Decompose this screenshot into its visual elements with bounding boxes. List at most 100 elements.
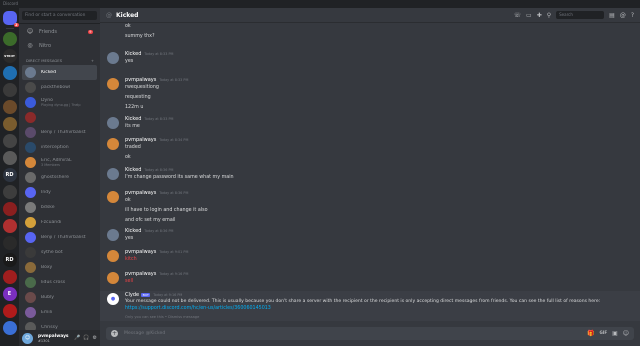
clyde-text: Your message could not be delivered. Thi…: [125, 299, 601, 304]
dm-search-input[interactable]: Find or start a conversation: [22, 11, 97, 20]
chat-header: @ Kicked ☏ ▭ ✚ ⚲ Search ▤ @ ?: [100, 8, 640, 23]
dm-item[interactable]: Boxy: [22, 260, 97, 275]
count-badge: 9: [87, 29, 93, 34]
avatar[interactable]: [107, 52, 119, 64]
dm-item[interactable]: Fzcuandi: [22, 215, 97, 230]
dm-item[interactable]: ghostsshere: [22, 170, 97, 185]
pin-icon[interactable]: ✚: [537, 12, 542, 19]
server-icon[interactable]: [2, 185, 17, 199]
avatar[interactable]: ☺: [22, 332, 33, 344]
dm-item[interactable]: [22, 110, 97, 125]
dm-item[interactable]: Benji / Th3hvrbalist: [22, 230, 97, 245]
dm-item[interactable]: Emili: [22, 305, 97, 320]
message-author[interactable]: pvmpalways: [125, 271, 156, 277]
server-icon[interactable]: [2, 304, 17, 318]
support-link[interactable]: https://support.discord.com/hc/en-us/art…: [125, 306, 271, 311]
dm-item[interactable]: Indy: [22, 185, 97, 200]
dm-section-header: Direct Messages +: [19, 52, 100, 65]
create-dm-icon[interactable]: +: [91, 58, 94, 63]
dm-name: Benji / Th3hvrbalist: [41, 235, 86, 240]
inbox-icon[interactable]: ▤: [609, 12, 615, 19]
video-icon[interactable]: ▭: [526, 12, 532, 19]
server-icon[interactable]: [2, 219, 17, 233]
dm-name: Fzcuandi: [41, 220, 62, 225]
avatar[interactable]: [107, 117, 119, 129]
message-input[interactable]: Message @Kicked: [124, 331, 165, 336]
server-icon[interactable]: [2, 321, 17, 335]
server-icon[interactable]: [2, 202, 17, 216]
message-author[interactable]: Kicked: [125, 228, 141, 234]
dm-item[interactable]: interception: [22, 140, 97, 155]
message-author[interactable]: pvmpalways: [125, 137, 156, 143]
sticker-icon[interactable]: ▣: [612, 330, 618, 337]
dm-item[interactable]: bdske: [22, 200, 97, 215]
server-icon[interactable]: [2, 134, 17, 148]
mute-icon[interactable]: 🎤: [74, 335, 80, 341]
call-icon[interactable]: ☏: [514, 12, 522, 19]
server-icon[interactable]: E: [2, 287, 17, 301]
dm-name: sythe bot: [41, 250, 63, 255]
dm-item[interactable]: lidus cross: [22, 275, 97, 290]
settings-icon[interactable]: ⚙: [93, 335, 97, 341]
avatar[interactable]: [107, 168, 119, 180]
dm-item[interactable]: Eric, AdmiraL 3 Members: [22, 155, 97, 170]
server-icon[interactable]: [2, 236, 17, 250]
dm-item[interactable]: packthebowl: [22, 80, 97, 95]
avatar[interactable]: [107, 272, 119, 284]
message-author[interactable]: Kicked: [125, 116, 141, 122]
message-time: Today at 9:16 PM: [159, 272, 189, 276]
nav-label: Nitro: [39, 42, 52, 49]
message-time: Today at 8:33 PM: [144, 117, 174, 121]
avatar: [25, 232, 36, 243]
server-icon[interactable]: [2, 117, 17, 131]
server-icon[interactable]: [2, 100, 17, 114]
nav-friends[interactable]: ☺ Friends 9: [22, 25, 97, 38]
avatar: [25, 172, 36, 183]
headset-icon[interactable]: 🎧: [83, 335, 89, 341]
message-text: ok: [125, 24, 131, 29]
server-icon[interactable]: [2, 66, 17, 80]
ephemeral-note[interactable]: Only you can see this • Dismiss message: [125, 315, 199, 319]
dm-item[interactable]: Bubly: [22, 290, 97, 305]
message-author[interactable]: Kicked: [125, 51, 141, 57]
server-icon[interactable]: RD: [2, 168, 17, 182]
nav-nitro[interactable]: ◎ Nitro: [22, 39, 97, 52]
home-icon[interactable]: 2: [2, 11, 19, 27]
avatar: [25, 157, 36, 168]
gif-icon[interactable]: GIF: [600, 330, 608, 337]
server-icon[interactable]: [2, 151, 17, 165]
server-label: RD: [5, 172, 14, 178]
avatar[interactable]: [107, 78, 119, 90]
dm-item[interactable]: Dyno Playing dyno.gg | ?help: [22, 95, 97, 110]
message-author[interactable]: Kicked: [125, 167, 141, 173]
dm-item[interactable]: sythe bot: [22, 245, 97, 260]
avatar: [25, 82, 36, 93]
mentions-icon[interactable]: @: [620, 12, 626, 19]
upload-icon[interactable]: +: [111, 330, 118, 337]
gift-icon[interactable]: 🎁: [587, 330, 594, 337]
message-text: ill have to login and change it also: [125, 208, 208, 213]
dm-item[interactable]: Benji / Th3hvrbalist: [22, 125, 97, 140]
message-author[interactable]: pvmpalways: [125, 77, 156, 83]
emoji-icon[interactable]: ☺: [623, 330, 629, 337]
avatar[interactable]: [107, 138, 119, 150]
server-icon[interactable]: RD: [2, 253, 17, 267]
server-icon[interactable]: STRIIT: [2, 49, 17, 63]
message-time: Today at 8:34 PM: [159, 138, 189, 142]
dm-item[interactable]: Kicked: [22, 65, 97, 80]
avatar[interactable]: [107, 191, 119, 203]
avatar: [25, 307, 36, 318]
server-icon[interactable]: [2, 270, 17, 284]
server-icon[interactable]: [2, 83, 17, 97]
search-input[interactable]: Search: [556, 11, 605, 19]
message-composer[interactable]: + Message @Kicked 🎁 GIF ▣ ☺: [106, 327, 634, 340]
dm-name: bdske: [41, 205, 55, 210]
avatar[interactable]: [107, 229, 119, 241]
server-icon[interactable]: [2, 32, 17, 46]
avatar[interactable]: [107, 250, 119, 262]
message-author[interactable]: pvmpalways: [125, 190, 156, 196]
message-author[interactable]: pvmpalways: [125, 249, 156, 255]
dm-status: Playing dyno.gg | ?help: [41, 103, 81, 107]
help-icon[interactable]: ?: [631, 12, 634, 19]
add-friend-icon[interactable]: ⚲: [547, 12, 551, 19]
